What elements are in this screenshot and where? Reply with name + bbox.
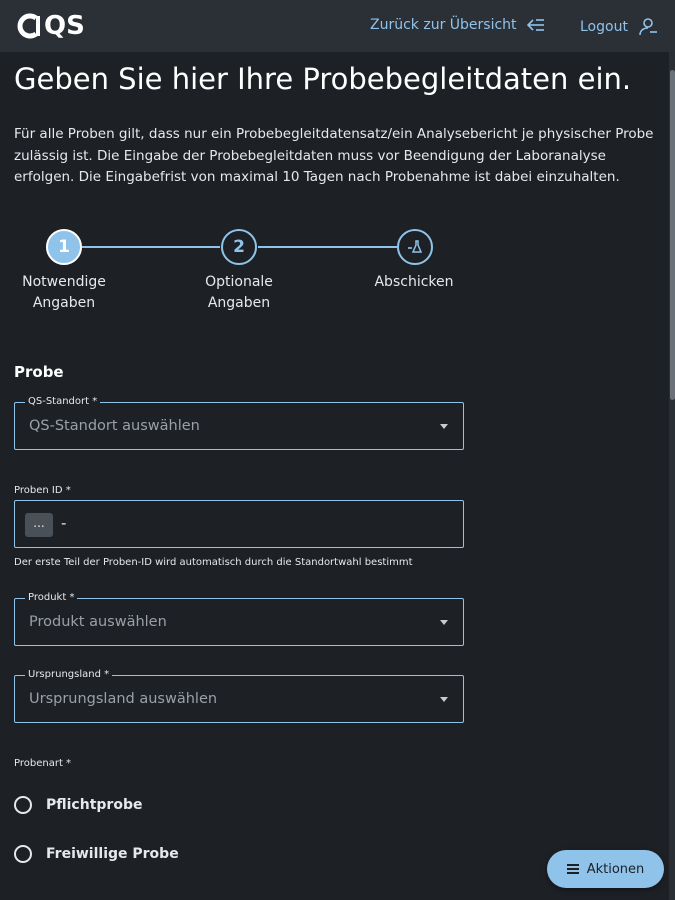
scrollbar-thumb[interactable] xyxy=(670,70,675,400)
chevron-down-icon xyxy=(440,620,448,625)
qs-logo[interactable]: QS xyxy=(16,12,85,40)
stepper-connector-1 xyxy=(82,246,220,248)
back-to-overview-link[interactable]: Zurück zur Übersicht xyxy=(370,17,545,33)
chevron-down-icon xyxy=(440,697,448,702)
logout-label: Logout xyxy=(580,19,628,35)
step-3-label: Abschicken xyxy=(374,274,454,290)
step-2-number: 2 xyxy=(233,237,245,257)
actions-label: Aktionen xyxy=(586,861,645,877)
proben-id-field[interactable]: ... - xyxy=(14,500,464,548)
produkt-placeholder: Produkt auswählen xyxy=(29,614,167,630)
step-1-circle[interactable]: 1 xyxy=(46,229,82,265)
ursprungsland-label: Ursprungsland * xyxy=(25,668,113,682)
actions-button[interactable]: Aktionen xyxy=(547,850,664,888)
step-3-circle[interactable] xyxy=(397,229,433,265)
qs-standort-select[interactable]: QS-Standort * QS-Standort auswählen xyxy=(14,395,464,450)
step-1-number: 1 xyxy=(58,237,70,257)
qs-standort-label: QS-Standort * xyxy=(25,395,101,409)
stepper-connector-2 xyxy=(258,246,398,248)
ursprungsland-select[interactable]: Ursprungsland * Ursprungsland auswählen xyxy=(14,668,464,723)
chevron-down-icon xyxy=(440,424,448,429)
page-title: Geben Sie hier Ihre Probebegleitdaten ei… xyxy=(14,62,632,96)
radio-circle-icon xyxy=(14,845,32,863)
step-2-circle[interactable]: 2 xyxy=(221,229,257,265)
qs-logo-mark xyxy=(17,13,40,39)
section-title-probe: Probe xyxy=(14,363,64,381)
user-logout-icon xyxy=(639,18,657,36)
probenart-label: Probenart * xyxy=(14,758,72,769)
back-to-overview-label: Zurück zur Übersicht xyxy=(370,17,517,33)
menu-icon xyxy=(566,864,579,874)
ursprungsland-placeholder: Ursprungsland auswählen xyxy=(29,691,218,707)
proben-id-helper-text: Der erste Teil der Proben-ID wird automa… xyxy=(14,557,413,568)
radio-freiwillige-probe-label: Freiwillige Probe xyxy=(46,846,179,862)
produkt-select[interactable]: Produkt * Produkt auswählen xyxy=(14,591,464,646)
step-2-label: Optionale Angaben xyxy=(205,274,273,311)
logout-link[interactable]: Logout xyxy=(580,17,658,37)
radio-circle-icon xyxy=(14,796,32,814)
qs-standort-placeholder: QS-Standort auswählen xyxy=(29,418,200,434)
flask-icon xyxy=(408,240,423,253)
proben-id-separator: - xyxy=(61,514,67,532)
proben-id-prefix[interactable]: ... xyxy=(25,513,53,537)
intro-text: Für alle Proben gilt, dass nur ein Probe… xyxy=(14,126,654,185)
step-1-label: Notwendige Angaben xyxy=(22,274,106,311)
arrow-back-icon xyxy=(526,19,544,31)
top-header: QS Zurück zur Übersicht Logout xyxy=(0,0,675,52)
radio-pflichtprobe[interactable]: Pflichtprobe xyxy=(14,796,142,814)
radio-pflichtprobe-label: Pflichtprobe xyxy=(46,797,143,813)
radio-freiwillige-probe[interactable]: Freiwillige Probe xyxy=(14,845,179,863)
produkt-label: Produkt * xyxy=(25,591,78,605)
proben-id-label: Proben ID * xyxy=(14,485,71,496)
logo-text: QS xyxy=(44,11,85,41)
